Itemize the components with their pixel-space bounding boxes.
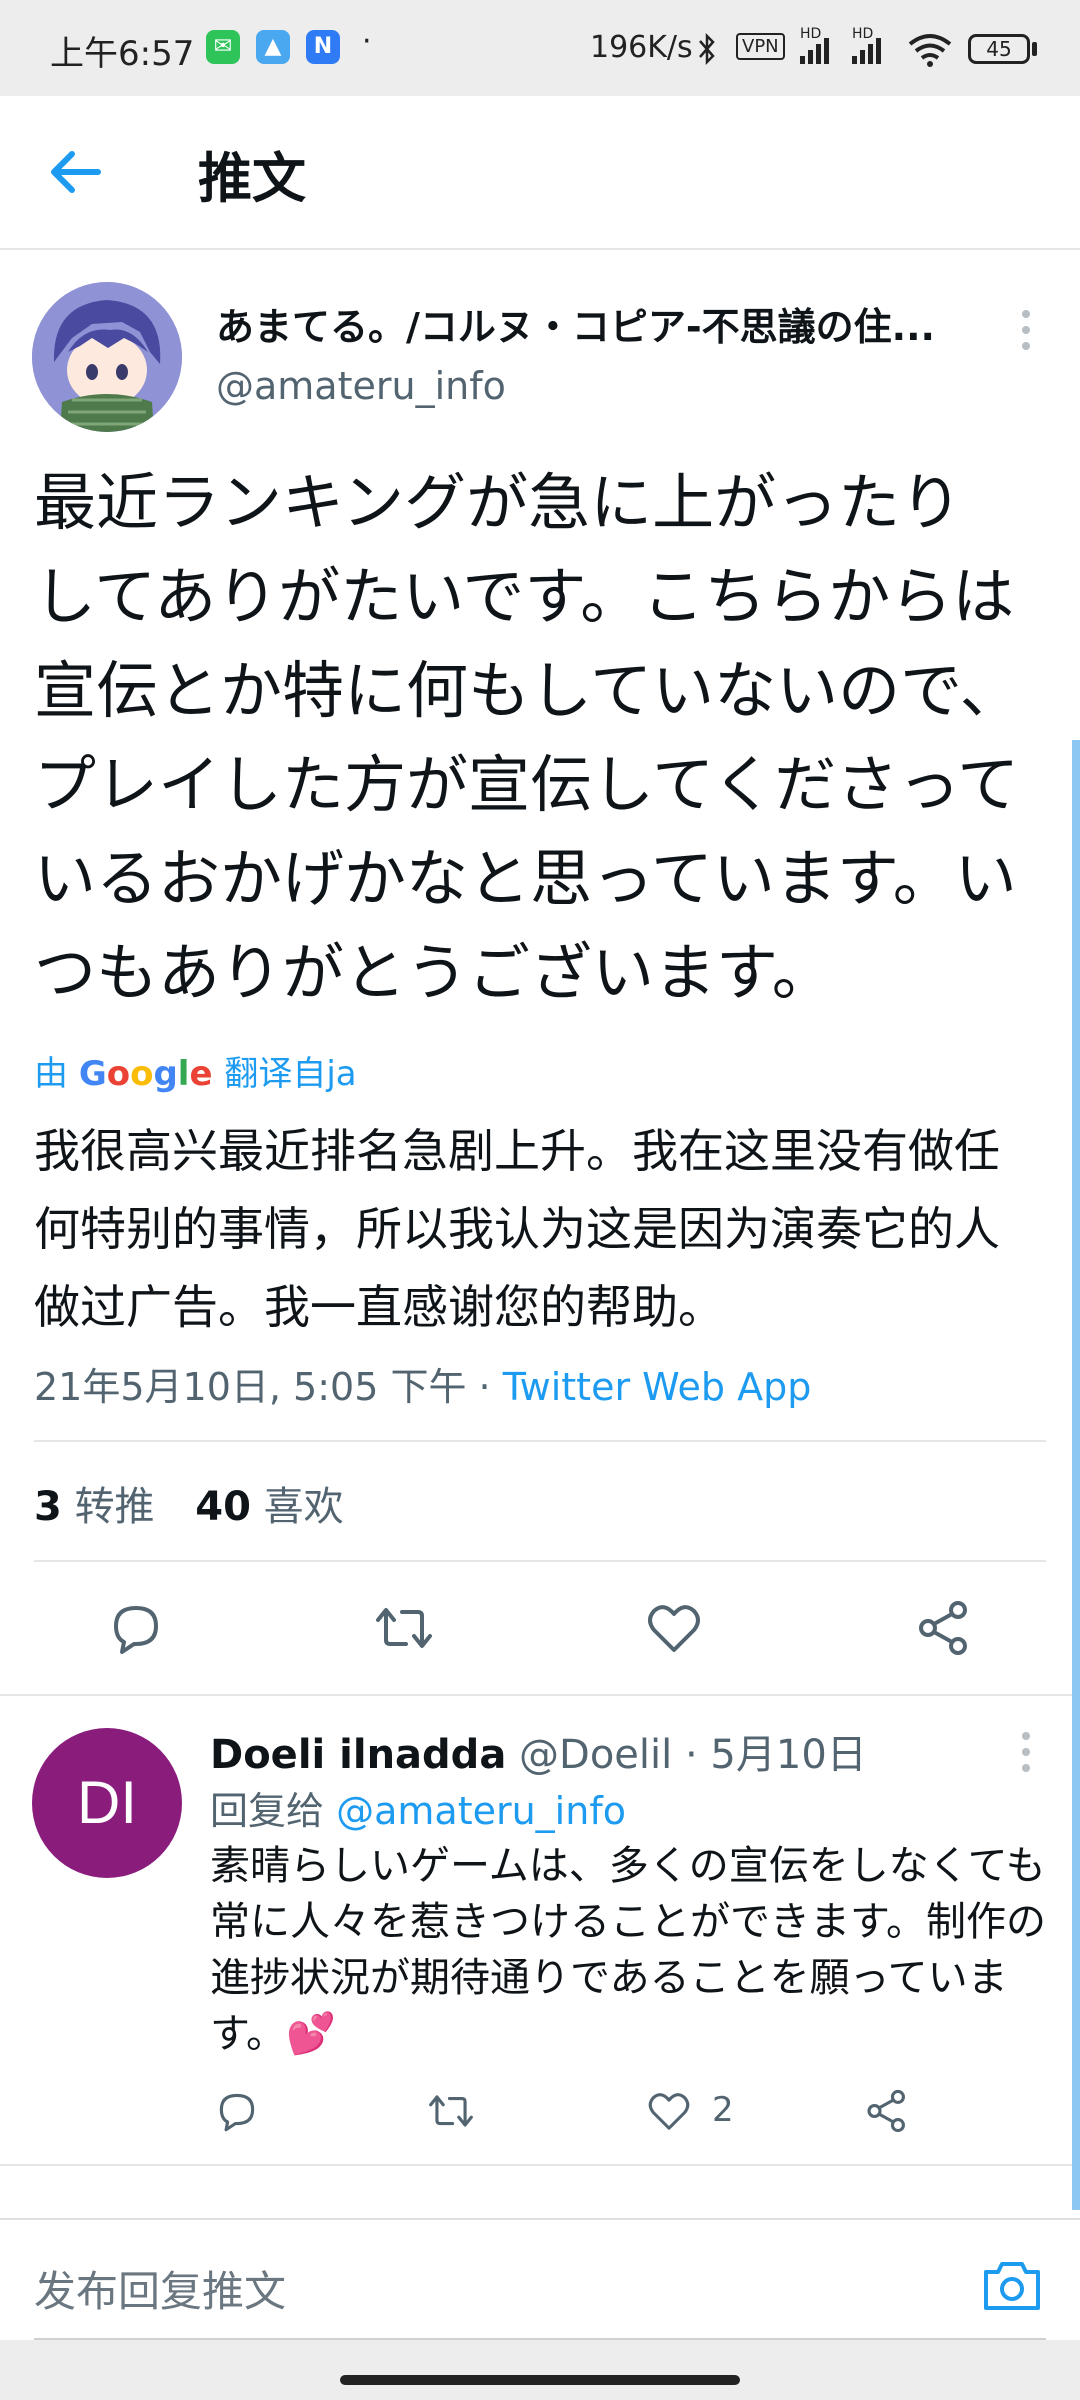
system-nav-bar xyxy=(0,2340,1080,2400)
reply-avatar[interactable]: DI xyxy=(32,1728,182,1878)
status-bar: 上午6:57 ✉ ▲ N · 196K/s VPN HD HD 45 xyxy=(0,0,1080,96)
reply-text: 素晴らしいゲームは、多くの宣伝をしなくても常に人々を惹きつけることができます。制… xyxy=(210,1843,1046,2057)
tweet-source[interactable]: Twitter Web App xyxy=(503,1365,812,1409)
likes-stat[interactable]: 40 喜欢 xyxy=(195,1484,343,1530)
app-icon: ▲ xyxy=(256,30,290,64)
reply-to: 回复给 @amateru_info xyxy=(210,1780,626,1835)
battery-tip xyxy=(1032,42,1037,56)
top-app-bar: 推文 xyxy=(0,96,1080,250)
retweets-count: 3 xyxy=(34,1484,62,1530)
home-indicator[interactable] xyxy=(340,2375,740,2385)
status-time: 上午6:57 xyxy=(50,34,195,74)
translated-text: 我很高兴最近排名急剧上升。我在这里没有做任何特别的事情，所以我认为这是因为演奏它… xyxy=(34,1124,1000,1334)
reply-author-name[interactable]: Doeli ilnadda xyxy=(210,1732,506,1778)
divider xyxy=(34,1560,1046,1562)
reply-date: 5月10日 xyxy=(710,1732,867,1778)
battery-level: 45 xyxy=(986,37,1012,61)
retweets-label: 转推 xyxy=(74,1484,155,1530)
reply-like-count: 2 xyxy=(712,2090,734,2130)
tweet-meta: 21年5月10日, 5:05 下午 · Twitter Web App xyxy=(34,1356,811,1411)
retweet-stat[interactable]: 3 转推 xyxy=(34,1484,155,1530)
scrollbar[interactable] xyxy=(1072,740,1080,2210)
translated-suffix: 翻译自ja xyxy=(224,1054,357,1094)
notes-app-icon: N xyxy=(306,30,340,64)
more-icon[interactable] xyxy=(1020,310,1032,358)
author-avatar-image xyxy=(32,282,182,432)
battery-icon: 45 xyxy=(968,34,1030,64)
likes-count: 40 xyxy=(195,1484,251,1530)
reply-more-icon[interactable] xyxy=(1020,1732,1032,1780)
page-title: 推文 xyxy=(198,147,306,210)
reply-author-handle[interactable]: @Doelil xyxy=(519,1732,672,1778)
reply-dot: · xyxy=(672,1732,711,1778)
wechat-icon: ✉ xyxy=(206,30,240,64)
reply-like-icon[interactable] xyxy=(644,2086,694,2136)
author-name[interactable]: あまてる。/コルヌ・コピア-不思議の住... xyxy=(216,296,996,351)
tweet-text: 最近ランキングが急に上がったりしてありがたいです。こちらからは宣伝とか特に何もし… xyxy=(34,466,1022,1009)
back-arrow-icon[interactable] xyxy=(40,140,112,204)
author-avatar[interactable] xyxy=(32,282,182,432)
reply-to-label: 回复给 xyxy=(210,1789,325,1833)
translated-by[interactable]: 由 Google 翻译自ja xyxy=(34,1046,357,1095)
reply-reply-icon[interactable] xyxy=(212,2086,262,2136)
network-speed: 196K/s xyxy=(590,30,693,65)
like-icon[interactable] xyxy=(642,1596,706,1660)
likes-label: 喜欢 xyxy=(263,1484,344,1530)
tweet-timestamp[interactable]: 21年5月10日, 5:05 下午 xyxy=(34,1365,466,1409)
section-divider xyxy=(0,2164,1080,2166)
composer-placeholder[interactable]: 发布回复推文 xyxy=(34,2258,286,2319)
retweet-icon[interactable] xyxy=(372,1596,436,1660)
google-logo: Google xyxy=(78,1054,213,1094)
meta-separator: · xyxy=(466,1365,503,1409)
reply-header: Doeli ilnadda @Doelil · 5月10日 xyxy=(210,1722,867,1780)
translated-prefix: 由 xyxy=(34,1054,68,1094)
reply-composer[interactable]: 发布回复推文 xyxy=(0,2218,1080,2342)
bluetooth-icon xyxy=(699,32,715,66)
reply-icon[interactable] xyxy=(104,1596,168,1660)
camera-icon[interactable] xyxy=(980,2258,1044,2314)
section-divider xyxy=(0,1694,1080,1696)
reply-retweet-icon[interactable] xyxy=(426,2086,476,2136)
signal-icon-2 xyxy=(852,38,881,64)
divider xyxy=(34,1440,1046,1442)
status-dot: · xyxy=(362,24,372,59)
share-icon[interactable] xyxy=(912,1596,976,1660)
signal-icon xyxy=(800,38,829,64)
tweet-stats: 3 转推 40 喜欢 xyxy=(34,1474,344,1532)
vpn-badge: VPN xyxy=(736,33,785,60)
author-handle[interactable]: @amateru_info xyxy=(216,364,506,408)
reply-to-mention[interactable]: @amateru_info xyxy=(336,1789,626,1833)
wifi-icon xyxy=(908,34,952,67)
reply-share-icon[interactable] xyxy=(862,2086,912,2136)
